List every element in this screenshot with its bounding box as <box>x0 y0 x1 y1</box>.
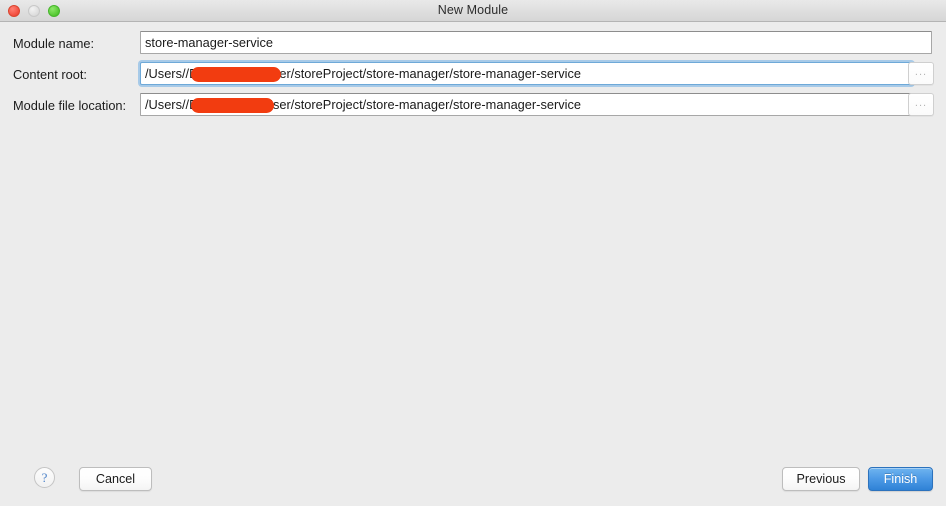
module-file-location-input[interactable]: /Users//Desktop/ideaUser/storeProject/st… <box>140 93 913 116</box>
module-file-location-browse-button[interactable]: ... <box>908 93 934 116</box>
module-name-input[interactable]: store-manager-service <box>140 31 932 54</box>
redaction-overlay-content-root <box>191 67 281 82</box>
help-icon[interactable]: ? <box>34 467 55 488</box>
title-bar: New Module <box>0 0 946 22</box>
content-root-label: Content root: <box>13 67 87 82</box>
module-file-location-label: Module file location: <box>13 98 127 113</box>
cancel-button[interactable]: Cancel <box>79 467 152 491</box>
content-root-browse-button[interactable]: ... <box>908 62 934 85</box>
form-area: Module name: store-manager-service Conte… <box>0 22 946 506</box>
content-root-path-prefix: /Users/ <box>145 66 186 81</box>
module-name-row: Module name: store-manager-service <box>0 31 946 57</box>
window-title: New Module <box>437 3 509 17</box>
module-name-label: Module name: <box>13 36 95 51</box>
content-root-input[interactable]: /Users//Desktop/ideaUser/storeProject/st… <box>140 62 913 85</box>
finish-button[interactable]: Finish <box>868 467 933 491</box>
module-file-path-prefix: /Users/ <box>145 97 186 112</box>
module-file-location-row: Module file location: /Users//Desktop/id… <box>0 93 946 119</box>
redaction-overlay-module-file-location <box>191 98 274 113</box>
previous-button[interactable]: Previous <box>782 467 860 491</box>
new-module-dialog: New Module Module name: store-manager-se… <box>0 0 946 506</box>
content-root-row: Content root: /Users//Desktop/ideaUser/s… <box>0 62 946 88</box>
